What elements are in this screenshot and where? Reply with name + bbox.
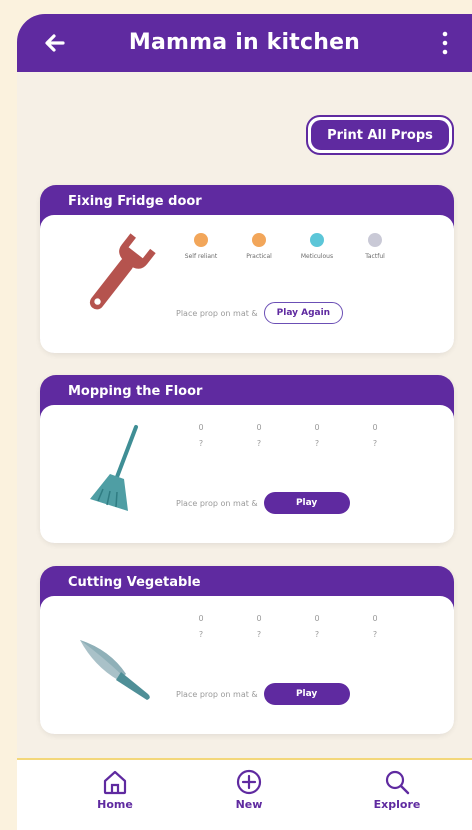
trait-list: 0 ? 0 ? 0 ? 0 ?	[172, 423, 402, 469]
play-row: Place prop on mat & Play	[176, 682, 350, 706]
print-all-props-button[interactable]: Print All Props	[306, 115, 454, 155]
play-row: Place prop on mat & Play Again	[176, 301, 344, 325]
trait-label: Self reliant	[184, 253, 218, 260]
trait-value: 0	[314, 423, 320, 432]
trait-item: Tactful	[346, 233, 404, 260]
activity-card-mopping-the-floor: Mopping the Floor 0 ? 0 ? 0 ? 0 ? Place …	[40, 375, 454, 543]
play-again-button[interactable]: Play Again	[263, 302, 344, 324]
card-title: Fixing Fridge door	[68, 194, 202, 209]
card-body: 0 ? 0 ? 0 ? 0 ? Place prop on mat & Play	[40, 405, 454, 543]
trait-dot	[368, 233, 382, 247]
trait-mark: ?	[314, 439, 320, 448]
trait-item: Self reliant	[172, 233, 230, 260]
trait-item: Practical	[230, 233, 288, 260]
trait-item: 0 ?	[288, 614, 346, 640]
place-prop-text: Place prop on mat &	[176, 308, 258, 318]
trait-value: 0	[314, 614, 320, 623]
trait-value: 0	[256, 614, 262, 623]
trait-mark: ?	[314, 630, 320, 639]
trait-value: 0	[198, 423, 204, 432]
trait-value: 0	[256, 423, 262, 432]
nav-label: New	[235, 798, 263, 811]
card-title: Mopping the Floor	[68, 384, 203, 399]
plus-circle-icon	[204, 768, 294, 796]
card-title: Cutting Vegetable	[68, 575, 201, 590]
trait-label: Meticulous	[300, 253, 334, 260]
trait-mark: ?	[372, 439, 378, 448]
print-all-props-label: Print All Props	[311, 120, 449, 150]
app-screen: Mamma in kitchen Print All Props Fixing …	[17, 14, 472, 830]
app-bar: Mamma in kitchen	[17, 14, 472, 72]
activity-card-cutting-vegetable: Cutting Vegetable 0 ? 0 ? 0 ? 0 ? Place …	[40, 566, 454, 734]
home-icon	[70, 768, 160, 796]
place-prop-text: Place prop on mat &	[176, 498, 258, 508]
trait-dot	[310, 233, 324, 247]
knife-icon	[70, 610, 166, 706]
trait-value: 0	[372, 614, 378, 623]
nav-label: Explore	[373, 798, 421, 811]
trait-list: Self reliant Practical Meticulous Tactfu…	[172, 233, 402, 279]
card-body: 0 ? 0 ? 0 ? 0 ? Place prop on mat & Play	[40, 596, 454, 734]
trait-dot	[194, 233, 208, 247]
trait-mark: ?	[372, 630, 378, 639]
place-prop-text: Place prop on mat &	[176, 689, 258, 699]
search-icon	[352, 768, 442, 796]
trait-dot	[252, 233, 266, 247]
play-row: Place prop on mat & Play	[176, 491, 350, 515]
nav-item-explore[interactable]: Explore	[352, 768, 442, 811]
trait-label: Tactful	[365, 253, 385, 260]
trait-label: Practical	[246, 253, 272, 260]
broom-icon	[70, 419, 166, 515]
trait-list: 0 ? 0 ? 0 ? 0 ?	[172, 614, 402, 660]
nav-label: Home	[97, 798, 133, 811]
trait-mark: ?	[256, 630, 262, 639]
nav-item-new[interactable]: New	[204, 768, 294, 811]
card-body: Self reliant Practical Meticulous Tactfu…	[40, 215, 454, 353]
trait-item: 0 ?	[346, 423, 404, 449]
page-title: Mamma in kitchen	[128, 30, 361, 55]
nav-item-home[interactable]: Home	[70, 768, 160, 811]
trait-item: 0 ?	[172, 423, 230, 449]
activity-card-fixing-fridge-door: Fixing Fridge door Self reliant Practica…	[40, 185, 454, 353]
trait-item: 0 ?	[230, 423, 288, 449]
more-options-icon[interactable]	[440, 30, 450, 56]
trait-value: 0	[372, 423, 378, 432]
trait-mark: ?	[198, 439, 204, 448]
trait-value: 0	[198, 614, 204, 623]
play-button[interactable]: Play	[263, 683, 350, 705]
play-button[interactable]: Play	[263, 492, 350, 514]
trait-item: Meticulous	[288, 233, 346, 260]
trait-item: 0 ?	[346, 614, 404, 640]
bottom-navigation: Home New Explore	[17, 760, 472, 830]
wrench-icon	[70, 229, 166, 325]
trait-mark: ?	[256, 439, 262, 448]
trait-item: 0 ?	[230, 614, 288, 640]
trait-item: 0 ?	[288, 423, 346, 449]
trait-item: 0 ?	[172, 614, 230, 640]
trait-mark: ?	[198, 630, 204, 639]
